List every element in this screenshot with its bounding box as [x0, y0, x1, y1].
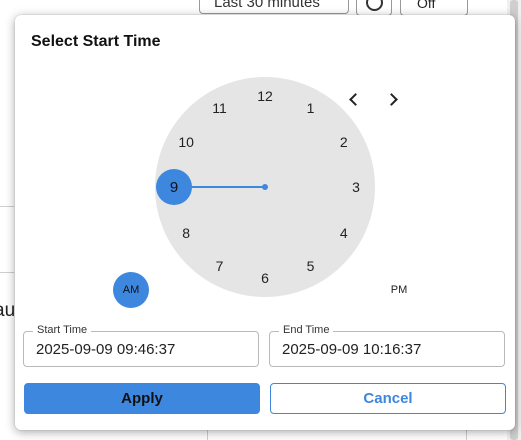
clock-hour-2[interactable]: 2	[329, 127, 359, 157]
select-start-time-dialog: Select Start Time 12 1 2 3 4 5 6 7 8 9 10 11 AM PM …	[15, 15, 515, 430]
am-label: AM	[122, 284, 140, 296]
clock-hour-1[interactable]: 1	[296, 93, 326, 123]
end-time-input[interactable]	[282, 341, 492, 358]
clock-hour-7[interactable]: 7	[205, 251, 235, 281]
previous-button[interactable]	[341, 87, 365, 111]
end-time-label: End Time	[279, 324, 334, 336]
background-divider	[0, 272, 14, 273]
clock-hour-3[interactable]: 3	[341, 172, 371, 202]
background-divider	[0, 206, 14, 207]
am-button[interactable]: AM	[113, 272, 149, 308]
auto-refresh-label: Off	[417, 0, 436, 11]
chevron-right-icon	[384, 92, 398, 106]
start-time-input[interactable]	[36, 341, 246, 358]
background-partial-text: au	[0, 300, 16, 321]
clock-face[interactable]: 12 1 2 3 4 5 6 7 8 9 10 11	[155, 77, 375, 297]
pm-label: PM	[390, 284, 408, 296]
clock-hour-8[interactable]: 8	[171, 218, 201, 248]
time-range-picker[interactable]: Last 30 minutes	[199, 0, 349, 14]
end-time-field[interactable]: End Time	[269, 324, 505, 367]
refresh-icon	[366, 0, 383, 11]
clock-hour-4[interactable]: 4	[329, 218, 359, 248]
refresh-button[interactable]	[356, 0, 392, 16]
clock-hour-9[interactable]: 9	[156, 169, 192, 205]
dialog-title: Select Start Time	[31, 33, 161, 50]
clock-hour-5[interactable]: 5	[296, 251, 326, 281]
auto-refresh-off-button[interactable]: Off	[400, 0, 468, 16]
clock-hour-6[interactable]: 6	[250, 263, 280, 293]
pm-button[interactable]: PM	[381, 272, 417, 308]
chevron-left-icon	[348, 92, 362, 106]
clock-center-dot	[262, 184, 268, 190]
time-range-label: Last 30 minutes	[214, 0, 320, 11]
apply-label: Apply	[121, 390, 163, 407]
start-time-field[interactable]: Start Time	[23, 324, 259, 367]
clock-hour-11[interactable]: 11	[205, 93, 235, 123]
cancel-label: Cancel	[363, 390, 413, 407]
apply-button[interactable]: Apply	[24, 383, 260, 414]
clock-hour-12[interactable]: 12	[250, 81, 280, 111]
next-button[interactable]	[381, 87, 405, 111]
cancel-button[interactable]: Cancel	[270, 383, 506, 414]
clock-hour-10[interactable]: 10	[171, 127, 201, 157]
start-time-label: Start Time	[33, 324, 92, 336]
